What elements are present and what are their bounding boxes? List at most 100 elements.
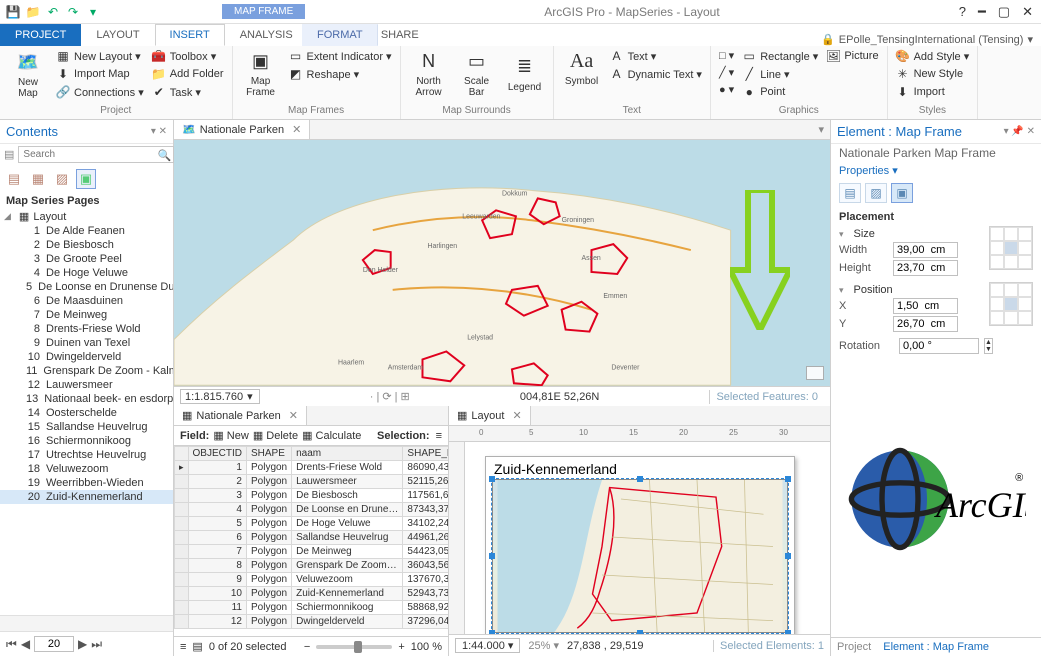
mapseries-page-row[interactable]: 2De Biesbosch bbox=[0, 238, 173, 252]
attr-row[interactable]: 6PolygonSallandse Heuvelrug44961,2651932… bbox=[175, 531, 449, 545]
tree-root[interactable]: ◢ ▦ Layout bbox=[0, 209, 173, 224]
view-dropdown-icon[interactable]: ▾ bbox=[812, 120, 830, 139]
mapseries-page-row[interactable]: 16Schiermonnikoog bbox=[0, 434, 173, 448]
field-delete-button[interactable]: ▦ Delete bbox=[253, 429, 298, 442]
save-icon[interactable]: 💾 bbox=[4, 3, 22, 21]
attr-tab-close-icon[interactable]: ✕ bbox=[289, 409, 298, 422]
view-general-icon[interactable]: ▤ bbox=[839, 183, 861, 203]
attr-row[interactable]: 12PolygonDwingelderveld37296,0480837 bbox=[175, 615, 449, 629]
attr-zoom-slider[interactable] bbox=[316, 645, 392, 649]
tab-project[interactable]: PROJECT bbox=[0, 24, 81, 46]
filter-icon[interactable]: ▤ bbox=[4, 148, 14, 161]
pane-dock-controls[interactable]: ▾ ✕ bbox=[151, 126, 167, 137]
attr-toolbar-menu-icon[interactable]: ≡ bbox=[436, 430, 442, 442]
layout-zoom-dropdown[interactable]: 25% ▾ bbox=[528, 639, 559, 652]
rotation-up-icon[interactable]: ▲ bbox=[985, 339, 992, 346]
open-icon[interactable]: 📁 bbox=[24, 3, 42, 21]
view-display-icon[interactable]: ▨ bbox=[865, 183, 887, 203]
line-button[interactable]: ╱Line ▾ bbox=[740, 66, 820, 82]
map-tab-close-icon[interactable]: ✕ bbox=[292, 123, 301, 136]
mapseries-page-row[interactable]: 8Drents-Friese Wold bbox=[0, 322, 173, 336]
mapseries-page-row[interactable]: 14Oosterschelde bbox=[0, 406, 173, 420]
mapseries-page-row[interactable]: 1De Alde Feanen bbox=[0, 224, 173, 238]
selected-elements[interactable]: Selected Elements: 1 bbox=[713, 640, 824, 652]
add-folder-button[interactable]: 📁Add Folder bbox=[150, 66, 226, 82]
attr-col-header[interactable]: SHAPE bbox=[246, 447, 291, 461]
new-layout-button[interactable]: ▦New Layout ▾ bbox=[54, 48, 146, 64]
layout-page[interactable]: Zuid-Kennemerland bbox=[485, 456, 795, 634]
new-map-button[interactable]: 🗺️ New Map bbox=[6, 48, 50, 100]
connections-button[interactable]: 🔗Connections ▾ bbox=[54, 84, 146, 100]
text-button[interactable]: AText ▾ bbox=[608, 48, 704, 64]
attr-row[interactable]: 3PolygonDe Biesbosch117561,684545898 bbox=[175, 489, 449, 503]
layout-tab-close-icon[interactable]: ✕ bbox=[512, 409, 521, 422]
last-page-button[interactable]: ⏭ bbox=[91, 637, 102, 652]
y-input[interactable] bbox=[893, 316, 958, 332]
legend-button[interactable]: ≣Legend bbox=[503, 48, 547, 98]
contents-search-input[interactable] bbox=[18, 146, 174, 163]
task-button[interactable]: ✔Task ▾ bbox=[150, 84, 226, 100]
shape-line-button[interactable]: ╱ ▾ bbox=[717, 65, 736, 80]
prev-page-button[interactable]: ◀ bbox=[21, 637, 30, 651]
tab-insert[interactable]: INSERT bbox=[155, 24, 225, 46]
attr-table-scroll[interactable]: OBJECTIDSHAPEnaamSHAPE_LengthSH 1Polygon… bbox=[174, 446, 448, 636]
attr-row[interactable]: 11PolygonSchiermonnikoog58868,9254661 bbox=[175, 601, 449, 615]
search-icon[interactable]: 🔍 bbox=[158, 149, 172, 162]
attr-col-header[interactable] bbox=[175, 447, 189, 461]
drawing-order-icon[interactable]: ▤ bbox=[4, 169, 24, 189]
attr-tab[interactable]: ▦ Nationale Parken ✕ bbox=[174, 406, 307, 425]
mapseries-icon[interactable]: ▣ bbox=[76, 169, 96, 189]
contents-scrollbar[interactable] bbox=[0, 615, 173, 631]
picture-button[interactable]: 🖼Picture bbox=[824, 48, 880, 64]
tab-layout[interactable]: LAYOUT bbox=[81, 24, 154, 46]
attr-view-all-icon[interactable]: ≡ bbox=[180, 641, 186, 653]
mapseries-page-row[interactable]: 17Utrechtse Heuvelrug bbox=[0, 448, 173, 462]
mapseries-page-row[interactable]: 11Grenspark De Zoom - Kalmthoutse bbox=[0, 364, 173, 378]
mapseries-page-row[interactable]: 15Sallandse Heuvelrug bbox=[0, 420, 173, 434]
docked-tab-project[interactable]: Project bbox=[831, 638, 877, 656]
import-map-button[interactable]: ⬇Import Map bbox=[54, 66, 146, 82]
tab-analysis[interactable]: ANALYSIS bbox=[225, 24, 308, 46]
width-input[interactable] bbox=[893, 242, 958, 258]
next-page-button[interactable]: ▶ bbox=[78, 637, 87, 651]
attr-row[interactable]: 4PolygonDe Loonse en Drune…87343,3749993… bbox=[175, 503, 449, 517]
new-style-button[interactable]: ✳New Style bbox=[894, 66, 972, 82]
point-button[interactable]: ●Point bbox=[740, 84, 820, 100]
size-collapser-icon[interactable]: ▾ bbox=[839, 229, 844, 240]
attr-row[interactable]: 7PolygonDe Meinweg54423,051411200 bbox=[175, 545, 449, 559]
x-input[interactable] bbox=[893, 298, 958, 314]
height-input[interactable] bbox=[893, 260, 958, 276]
docked-tab-element[interactable]: Element : Map Frame bbox=[877, 638, 995, 656]
position-collapser-icon[interactable]: ▾ bbox=[839, 285, 844, 296]
mapseries-page-row[interactable]: 4De Hoge Veluwe bbox=[0, 266, 173, 280]
view-placement-icon[interactable]: ▣ bbox=[891, 183, 913, 203]
attr-row[interactable]: 9PolygonVeluwezoom137670,31471410 bbox=[175, 573, 449, 587]
first-page-button[interactable]: ⏮ bbox=[6, 637, 17, 652]
layout-mapframe[interactable] bbox=[492, 479, 788, 633]
shape-rect-button[interactable]: □ ▾ bbox=[717, 48, 736, 63]
layout-tab[interactable]: ▦ Layout ✕ bbox=[449, 406, 531, 425]
rotation-down-icon[interactable]: ▼ bbox=[985, 346, 992, 353]
attr-col-header[interactable]: SHAPE_Length bbox=[403, 447, 448, 461]
attr-col-header[interactable]: OBJECTID bbox=[188, 447, 246, 461]
overview-toggle-icon[interactable] bbox=[806, 366, 824, 380]
customize-qat-icon[interactable]: ▾ bbox=[84, 3, 102, 21]
mapseries-page-row[interactable]: 19Weerribben-Wieden bbox=[0, 476, 173, 490]
field-new-button[interactable]: ▦ New bbox=[213, 429, 248, 442]
layout-scale-selector[interactable]: 1:44.000 ▾ bbox=[455, 638, 520, 653]
selected-features[interactable]: Selected Features: 0 bbox=[709, 390, 824, 404]
field-calculate-button[interactable]: ▦ Calculate bbox=[302, 429, 361, 442]
symbol-button[interactable]: AaSymbol bbox=[560, 48, 604, 87]
attr-view-selected-icon[interactable]: ▤ bbox=[192, 640, 202, 653]
mapseries-page-row[interactable]: 5De Loonse en Drunense Duinen bbox=[0, 280, 173, 294]
help-icon[interactable]: ? bbox=[959, 4, 966, 20]
undo-icon[interactable]: ↶ bbox=[44, 3, 62, 21]
north-arrow-button[interactable]: NNorth Arrow bbox=[407, 48, 451, 98]
close-icon[interactable]: ✕ bbox=[1022, 4, 1033, 20]
element-properties-tab[interactable]: Properties ▾ bbox=[831, 162, 1041, 179]
layout-canvas[interactable]: Zuid-Kennemerland bbox=[465, 442, 830, 634]
tab-format[interactable]: FORMAT bbox=[302, 24, 378, 46]
map-view-tab[interactable]: 🗺️ Nationale Parken ✕ bbox=[174, 120, 310, 139]
current-page-input[interactable] bbox=[34, 636, 74, 652]
signed-in-user[interactable]: 🔒 EPolle_TensingInternational (Tensing) … bbox=[821, 33, 1033, 46]
